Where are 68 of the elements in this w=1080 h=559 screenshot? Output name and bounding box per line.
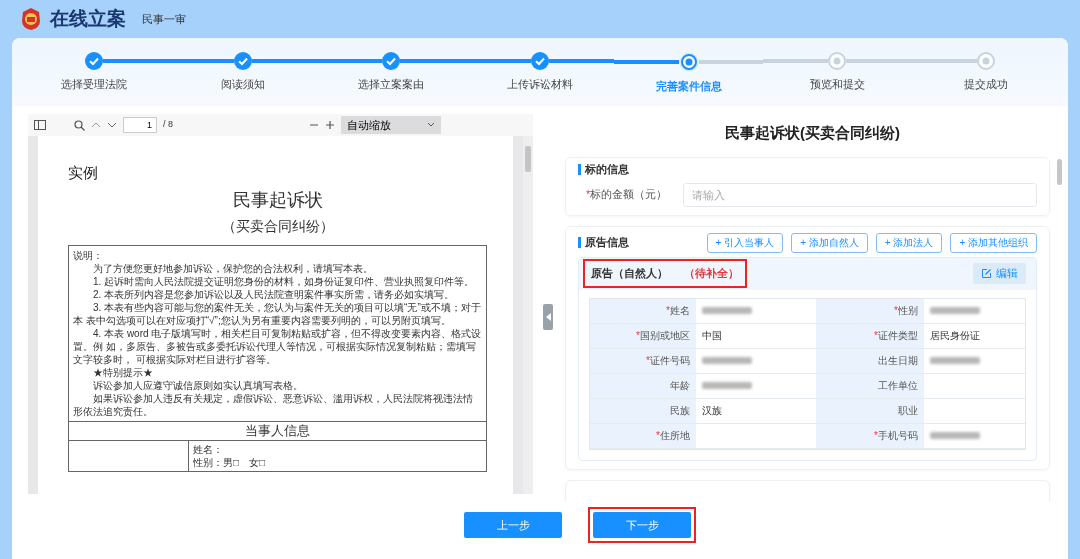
- document-text: 2. 本表所列内容是您参加诉讼以及人民法院查明案件事实所需，请务必如实填写。: [92, 287, 456, 301]
- add-party-button[interactable]: + 添加自然人: [791, 232, 868, 253]
- field-label: *手机号码: [816, 423, 924, 449]
- triangle-left-icon: [545, 313, 551, 321]
- document-heading: 实例: [68, 163, 99, 183]
- caret-icon: [427, 122, 435, 128]
- page-input[interactable]: 1: [123, 117, 157, 133]
- field-label: *证件号码: [590, 348, 696, 374]
- document-text: 为了方便您更好地参加诉讼，保护您的合法权利，请填写本表。: [92, 261, 374, 275]
- app-subtitle: 民事一审: [142, 11, 186, 27]
- step-label: 上传诉讼材料: [507, 77, 573, 92]
- collapse-handle[interactable]: [543, 304, 553, 330]
- chevron-down-icon[interactable]: [107, 121, 117, 129]
- document-text: 1. 起诉时需向人民法院提交证明您身份的材料，如身份证复印件、营业执照复印件等。: [92, 274, 476, 288]
- document-text: ★特别提示★: [92, 365, 154, 379]
- section-title: 标的信息: [578, 163, 1037, 175]
- field-label: 工作单位: [816, 373, 924, 399]
- add-party-button[interactable]: + 添加法人: [875, 232, 943, 253]
- document-text: 姓名：: [193, 442, 224, 456]
- scrollbar[interactable]: [523, 136, 533, 494]
- search-icon[interactable]: [74, 119, 85, 131]
- amount-input[interactable]: 请输入: [683, 182, 1037, 207]
- add-party-button[interactable]: + 引入当事人: [706, 232, 784, 253]
- document-text: 4. 本表 word 电子版填写时，相关栏目可复制粘贴或扩容，但不得改变要素内容、格式设置。例 如，多原告、多被告或多委托诉讼代理人等情况，可根据实际情况复制粘贴；需填写文字较多时， 可根据实际对栏目进行扩容等。: [73, 326, 482, 366]
- add-party-button[interactable]: + 添加其他组织: [950, 232, 1037, 253]
- document-title: 民事起诉状: [231, 188, 324, 212]
- nav-button[interactable]: 上一步: [464, 512, 562, 538]
- document-text: 诉讼参加人应遵守诚信原则如实认真填写表格。: [92, 378, 304, 392]
- emblem-icon: [20, 7, 42, 31]
- party-title: 原告（自然人）: [591, 266, 668, 282]
- form-title: 民事起诉状(买卖合同纠纷): [724, 123, 901, 143]
- scrollbar[interactable]: [1057, 158, 1062, 185]
- status-text: （待补全）: [684, 266, 739, 282]
- chevron-up-icon[interactable]: [91, 121, 101, 129]
- field-label: *姓名: [590, 298, 696, 324]
- sidebar-icon[interactable]: [34, 120, 46, 130]
- page-count: / 8: [163, 118, 173, 132]
- field-label: *标的金额（元）: [586, 187, 668, 203]
- step-label: 提交成功: [963, 77, 1008, 92]
- step-label: 完善案件信息: [655, 79, 722, 94]
- step-label: 选择立案案由: [358, 77, 425, 92]
- field-value: 居民身份证: [930, 329, 980, 343]
- document-text: 3. 本表有些内容可能与您的案件无关，您认为与案件无关的项目可以填“无”或不填；对于本 表中勾选项可以在对应项打“√”;您认为另有重要内容需要列明的，可以另附页填写。: [73, 300, 482, 327]
- step-label: 预览和提交: [809, 77, 865, 92]
- field-label: *国别或地区: [590, 323, 696, 349]
- field-value: 汉族: [702, 404, 722, 418]
- step-label: 阅读须知: [220, 77, 265, 92]
- edit-button[interactable]: 编辑: [973, 263, 1026, 284]
- field-label: 职业: [816, 398, 924, 424]
- document-subtitle: （买卖合同纠纷）: [220, 216, 335, 236]
- zoom-select[interactable]: 自动缩放: [341, 116, 441, 134]
- field-label: 出生日期: [816, 348, 924, 374]
- field-label: 年龄: [590, 373, 696, 399]
- app-title: 在线立案: [50, 6, 126, 31]
- field-label: *性别: [816, 298, 924, 324]
- zoom-in-icon[interactable]: [325, 120, 335, 130]
- section-title: 原告信息: [578, 237, 629, 248]
- field-value: 中国: [702, 329, 722, 343]
- document-text: 如果诉讼参加人违反有关规定，虚假诉讼、恶意诉讼、滥用诉权，人民法院将视违法情形依法追究责任。: [73, 391, 474, 418]
- field-label: 民族: [590, 398, 696, 424]
- document-section-title: 当事人信息: [69, 421, 486, 441]
- edit-icon: [981, 268, 992, 279]
- document-text: 说明：: [73, 248, 104, 262]
- nav-button[interactable]: 下一步: [593, 512, 691, 538]
- step-label: 选择受理法院: [61, 77, 128, 92]
- field-label: *住所地: [590, 423, 696, 449]
- field-label: *证件类型: [816, 323, 924, 349]
- document-text: 性别：男□ 女□: [193, 455, 266, 469]
